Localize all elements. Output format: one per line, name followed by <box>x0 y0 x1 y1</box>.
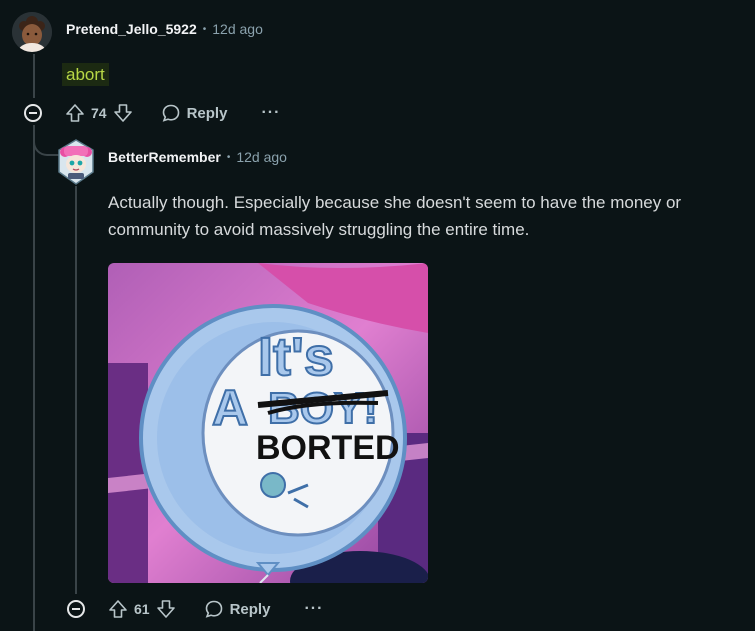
balloon-text-a: A <box>212 380 248 436</box>
downvote-icon[interactable] <box>113 103 133 123</box>
reply-button[interactable]: Reply <box>161 103 228 123</box>
more-options-icon[interactable]: ··· <box>304 600 323 618</box>
avatar-image <box>12 12 52 52</box>
thread-line <box>33 125 35 631</box>
balloon-text-borted: BORTED <box>256 429 400 467</box>
comment-text-line: community to avoid massively struggling … <box>108 220 530 239</box>
username[interactable]: Pretend_Jello_5922 <box>66 21 197 37</box>
reply-button[interactable]: Reply <box>204 599 271 619</box>
avatar-image <box>58 139 94 185</box>
comment-meta: Pretend_Jello_5922 • 12d ago <box>66 21 263 37</box>
comment-text: abort <box>62 63 109 86</box>
comment-actions: 61 Reply ··· <box>67 599 323 619</box>
more-options-icon[interactable]: ··· <box>261 104 280 122</box>
vote-count: 74 <box>91 105 107 121</box>
balloon-text-its: It's <box>258 327 334 387</box>
collapse-icon[interactable] <box>24 104 42 122</box>
comment-meta: BetterRemember • 12d ago <box>108 149 287 165</box>
reply-label: Reply <box>229 600 271 618</box>
timestamp[interactable]: 12d ago <box>212 21 263 37</box>
vote-count: 61 <box>134 601 150 617</box>
downvote-icon[interactable] <box>156 599 176 619</box>
collapse-icon[interactable] <box>67 600 85 618</box>
comment-actions: 74 Reply ··· <box>24 103 280 123</box>
comment-image[interactable]: It's A BOY! BORTED <box>108 263 428 583</box>
vote-group: 74 <box>65 103 133 123</box>
thread-line <box>33 54 35 98</box>
comment-body: abort <box>62 61 109 88</box>
upvote-icon[interactable] <box>108 599 128 619</box>
separator: • <box>226 151 231 163</box>
comment-text-line: Actually though. Especially because she … <box>108 193 682 212</box>
vote-group: 61 <box>108 599 176 619</box>
balloon-image: It's A BOY! BORTED <box>108 263 428 583</box>
username[interactable]: BetterRemember <box>108 149 221 165</box>
timestamp[interactable]: 12d ago <box>236 149 287 165</box>
separator: • <box>202 23 207 35</box>
thread-line-child <box>75 186 77 594</box>
reply-label: Reply <box>186 104 228 122</box>
avatar[interactable] <box>56 138 96 186</box>
reply-icon <box>205 600 222 618</box>
upvote-icon[interactable] <box>65 103 85 123</box>
avatar[interactable] <box>12 12 52 52</box>
comment-body: Actually though. Especially because she … <box>108 189 748 243</box>
reply-icon <box>162 104 179 122</box>
